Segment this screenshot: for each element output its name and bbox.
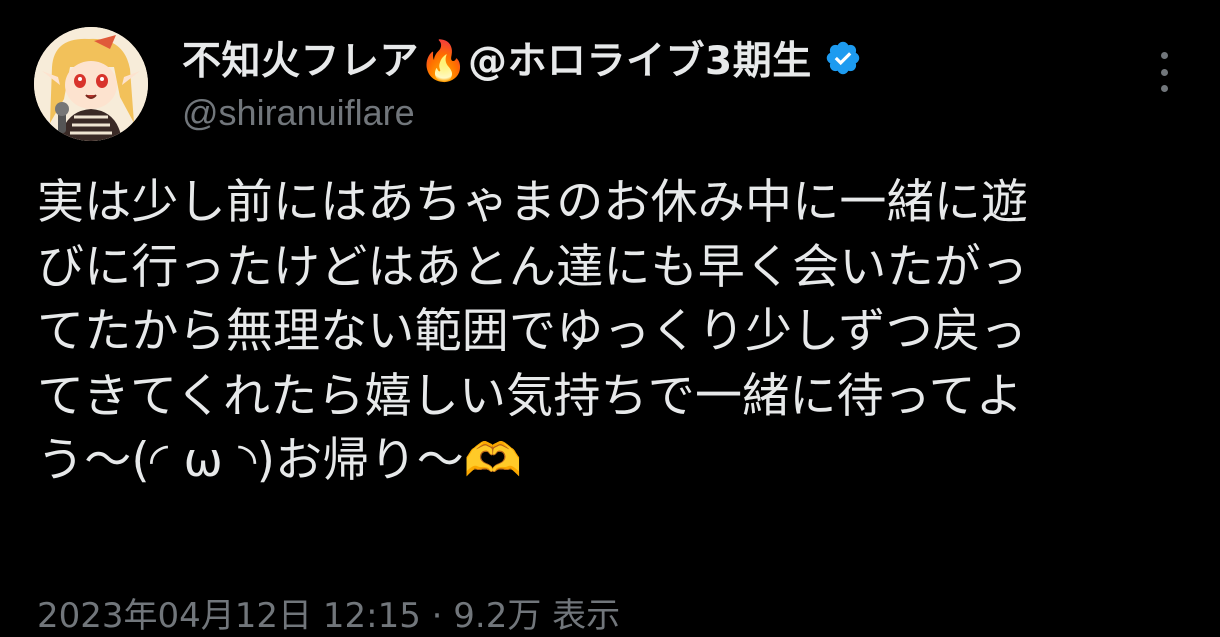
verified-badge-icon [824,39,862,77]
more-options-icon[interactable] [1152,52,1176,92]
tweet-text-line: てきてくれたら嬉しい気持ちで一緒に待ってよ [37,368,1024,424]
tweet-text: 実は少し前にはあちゃまのお休み中に一緒に遊 びに行ったけどはあとん達にも早く会い… [37,171,1187,494]
display-name[interactable]: 不知火フレア🔥@ホロライブ3期生 [182,30,812,86]
tweet-text-line: てたから無理ない範囲でゆっくり少しずつ戻っ [37,304,1028,359]
tweet-text-line: う〜(◜ ω ◝)お帰り〜🫶 [37,433,523,488]
tweet: 不知火フレア🔥@ホロライブ3期生 @shiranuiflare 実は少し前にはあ… [0,0,1220,636]
tweet-text-line: びに行ったけどはあとん達にも早く会いたがっ [37,239,1029,295]
tweet-header: 不知火フレア🔥@ホロライブ3期生 @shiranuiflare [182,30,862,134]
tweet-meta-cutoff: 2023年04月12日 12:15 · 9.2万 表示 [37,596,621,636]
handle[interactable]: @shiranuiflare [182,92,862,134]
avatar[interactable] [34,27,148,141]
tweet-text-line: 実は少し前にはあちゃまのお休み中に一緒に遊 [37,175,1029,230]
name-row: 不知火フレア🔥@ホロライブ3期生 [182,30,862,86]
